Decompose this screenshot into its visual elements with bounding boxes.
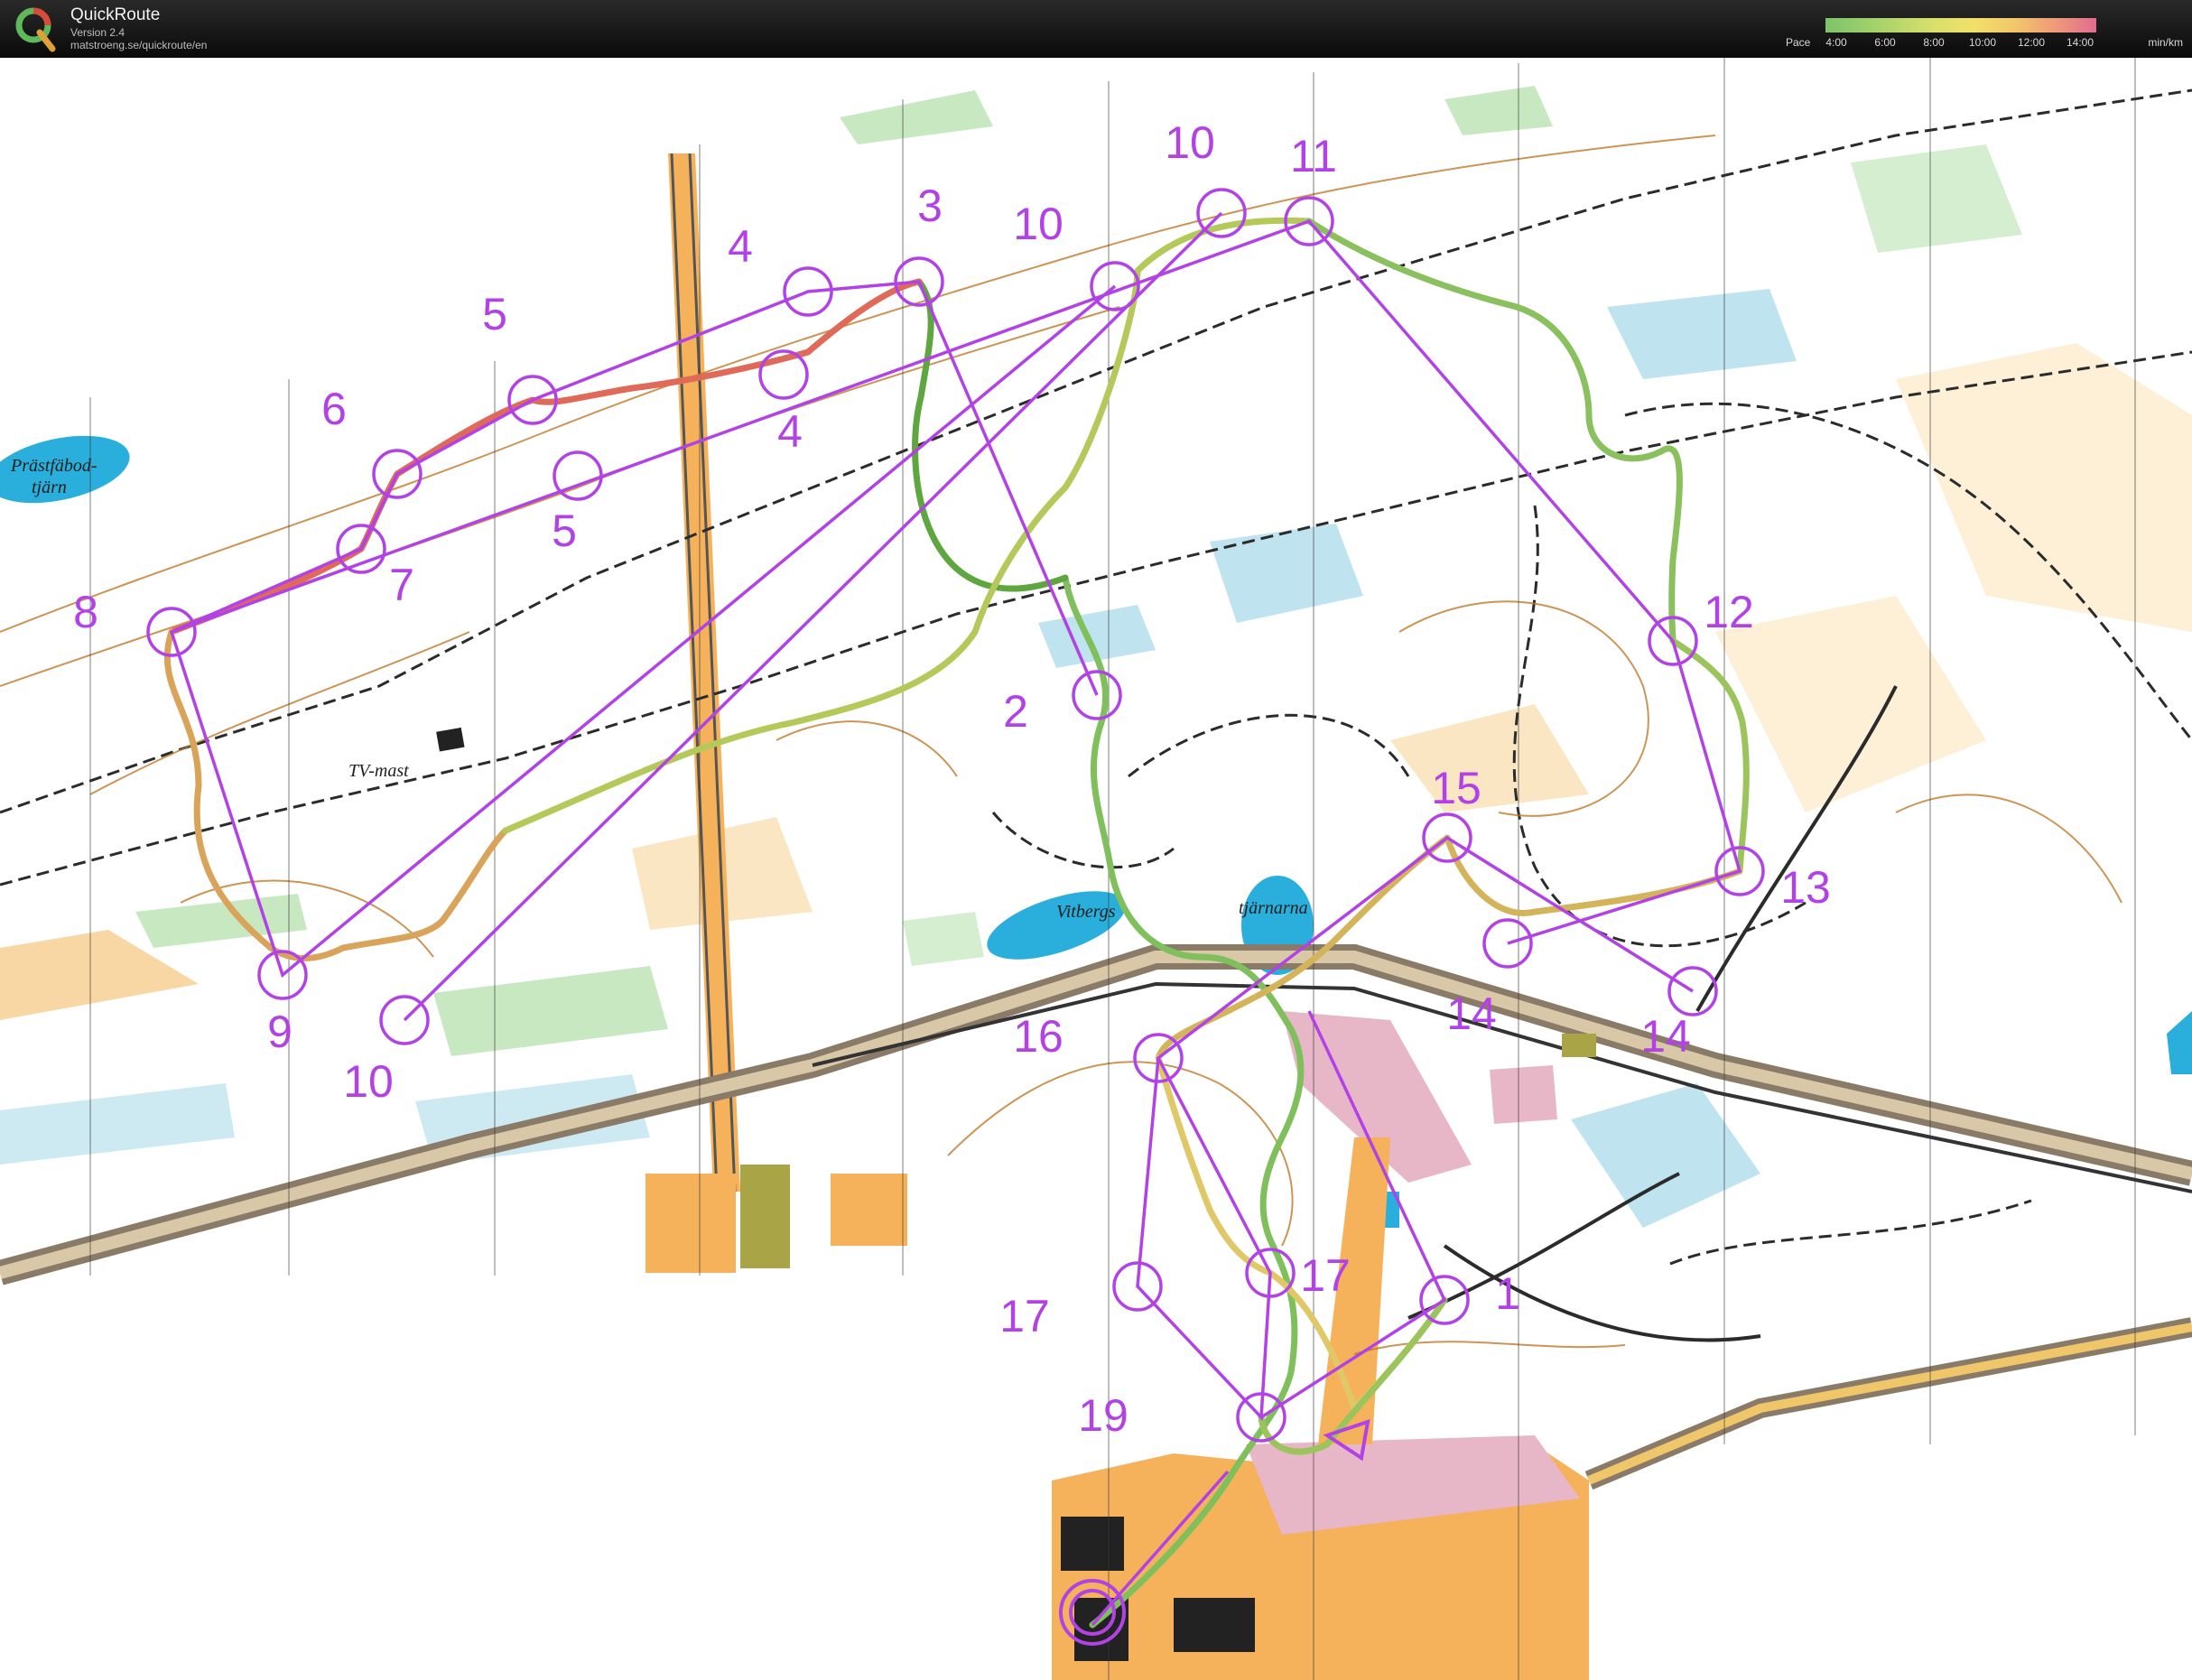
pace-tick: 4:00 [1825, 36, 1847, 49]
pace-tick: 6:00 [1874, 36, 1896, 49]
control-number: 4 [777, 406, 803, 457]
app-url-link[interactable]: matstroeng.se/quickroute/en [70, 39, 207, 51]
control-number: 13 [1780, 862, 1831, 913]
control-number: 1 [1495, 1268, 1520, 1319]
control-number: 17 [999, 1291, 1050, 1341]
control-number: 5 [482, 289, 507, 339]
quickroute-logo-icon [15, 7, 56, 52]
app-title: QuickRoute [70, 5, 161, 24]
control-number: 10 [343, 1056, 394, 1107]
control-number: 14 [1640, 1011, 1691, 1062]
control-number: 17 [1300, 1250, 1351, 1301]
pace-tick: 12:00 [2017, 36, 2046, 49]
pace-tick: 14:00 [2066, 36, 2094, 49]
map-label-lake: tjärn [32, 478, 67, 497]
control-number: 12 [1704, 587, 1754, 637]
map-label-tv-mast: TV-mast [348, 761, 409, 781]
pace-tick: 10:00 [1968, 36, 1997, 49]
app-version: Version 2.4 [70, 26, 125, 39]
app-header-bar: QuickRoute Version 2.4 matstroeng.se/qui… [0, 0, 2192, 59]
orienteering-map[interactable]: Prästfäbod- tjärn TV-mast Vitbergs tjärn… [0, 58, 2192, 1680]
control-number: 5 [552, 506, 577, 556]
control-number: 16 [1013, 1011, 1063, 1062]
control-number: 10 [1165, 117, 1215, 168]
map-label-lake: Prästfäbod- [10, 456, 98, 476]
map-label-lake: tjärnarna [1239, 898, 1308, 918]
control-number: 10 [1013, 199, 1063, 249]
control-number: 11 [1290, 131, 1337, 181]
pace-color-scale [1825, 18, 2096, 32]
pace-label: Pace [1786, 36, 1811, 49]
control-number: 3 [917, 181, 943, 231]
control-number: 14 [1446, 989, 1497, 1039]
control-number: 4 [728, 221, 753, 272]
control-number: 9 [267, 1007, 293, 1057]
control-number: 15 [1431, 763, 1481, 813]
control-number: 8 [73, 587, 98, 637]
pace-tick: 8:00 [1923, 36, 1945, 49]
pace-legend: Pace 4:00 6:00 8:00 10:00 12:00 14:00 mi… [1786, 13, 2183, 49]
control-number: 6 [321, 384, 347, 434]
control-number: 7 [389, 560, 414, 610]
map-label-lake: Vitbergs [1056, 902, 1116, 922]
control-number: 2 [1003, 686, 1028, 737]
pace-unit: min/km [2148, 36, 2183, 49]
pace-tick-labels: 4:00 6:00 8:00 10:00 12:00 14:00 [1825, 36, 2096, 49]
control-number: 19 [1078, 1390, 1129, 1441]
